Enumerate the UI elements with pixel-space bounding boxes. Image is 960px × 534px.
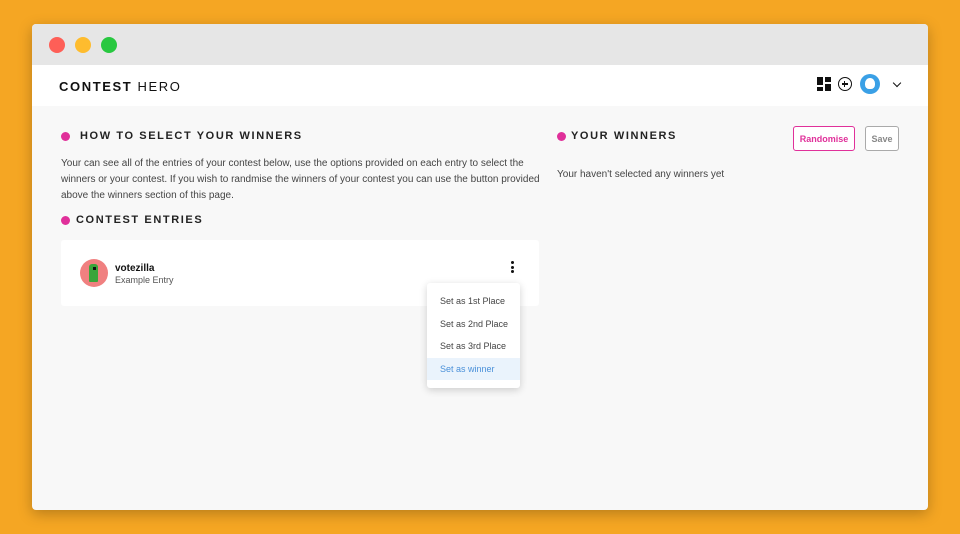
- menu-item-set-2nd-place[interactable]: Set as 2nd Place: [427, 313, 520, 336]
- contest-entries-heading: CONTEST ENTRIES: [61, 214, 203, 226]
- close-window-button[interactable]: [49, 37, 65, 53]
- select-winners-heading: HOW TO SELECT YOUR WINNERS: [61, 130, 303, 142]
- heading-dot: [61, 131, 70, 141]
- heading-dot: [61, 215, 70, 225]
- chevron-down-icon[interactable]: [892, 79, 902, 89]
- main-content: HOW TO SELECT YOUR WINNERS Your can see …: [32, 106, 928, 510]
- your-winners-heading: YOUR WINNERS: [557, 130, 677, 142]
- header-actions: [817, 74, 902, 94]
- select-winners-heading-text: HOW TO SELECT YOUR WINNERS: [80, 130, 303, 142]
- brand-bold-text: CONTEST: [59, 79, 133, 94]
- app-header: CONTEST HERO: [32, 65, 928, 106]
- contest-entries-heading-text: CONTEST ENTRIES: [76, 214, 204, 226]
- add-circle-icon[interactable]: [838, 77, 852, 91]
- browser-window: CONTEST HERO HOW TO SELECT YOUR WINNERS …: [32, 24, 928, 510]
- entry-subtitle: Example Entry: [115, 275, 174, 285]
- save-button[interactable]: Save: [865, 126, 899, 151]
- dashboard-icon[interactable]: [817, 77, 831, 91]
- instructions-text: Your can see all of the entries of your …: [61, 158, 540, 201]
- window-titlebar: [32, 24, 928, 65]
- more-options-icon[interactable]: [507, 260, 517, 274]
- maximize-window-button[interactable]: [101, 37, 117, 53]
- randomise-button[interactable]: Randomise: [793, 126, 855, 151]
- entry-options-menu: Set as 1st Place Set as 2nd Place Set as…: [427, 283, 520, 388]
- brand-light-text: HERO: [137, 79, 182, 94]
- entry-avatar: [80, 259, 108, 287]
- your-winners-heading-text: YOUR WINNERS: [571, 130, 677, 142]
- entry-name: votezilla: [115, 263, 155, 274]
- menu-item-set-1st-place[interactable]: Set as 1st Place: [427, 290, 520, 313]
- user-avatar[interactable]: [860, 74, 880, 94]
- heading-dot: [557, 131, 566, 141]
- menu-item-set-as-winner[interactable]: Set as winner: [427, 357, 520, 380]
- app-logo[interactable]: CONTEST HERO: [59, 79, 182, 94]
- no-winners-message: Your haven't selected any winners yet: [557, 169, 725, 180]
- menu-item-set-3rd-place[interactable]: Set as 3rd Place: [427, 335, 520, 358]
- minimize-window-button[interactable]: [75, 37, 91, 53]
